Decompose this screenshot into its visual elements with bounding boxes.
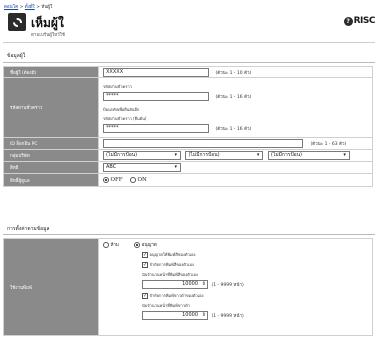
group-select-1-value: (ไม่มีการป้อน): [106, 152, 138, 158]
password-confirm-instruction: ป้อนรหัสเพื่อยืนยันอีก: [103, 106, 140, 112]
permit-radio[interactable]: [134, 241, 141, 248]
mono-limit-label: จำกัดการพิมพ์ขาวดำของตัวเอง: [149, 293, 204, 298]
help-link[interactable]: ? RISC: [343, 16, 376, 26]
chevron-down-icon: ▾: [174, 152, 177, 158]
pc-login-id-hint: (ตัวนะ 1 - 63 ตัว): [310, 142, 347, 147]
color-page-limit-value: 10000: [182, 281, 198, 287]
color-permit-checkbox[interactable]: ✓: [142, 251, 148, 258]
group-select-2[interactable]: (ไม่มีการป้อน) ▾: [185, 151, 264, 160]
section-title-user: ข้อมูลผู้ใ: [3, 51, 375, 63]
admin-cell: OFF ON: [98, 173, 373, 187]
pc-login-id-cell: (ตัวนะ 1 - 63 ตัว): [98, 137, 373, 150]
chevron-down-icon: ▾: [256, 152, 260, 158]
role-cell: ABC ▾: [98, 161, 373, 174]
prohibit-label: ห้าม: [110, 243, 119, 248]
chevron-down-icon: ▾: [343, 152, 346, 158]
mono-range-hint: (1 - 9999 หน้า): [211, 314, 244, 319]
prohibit-radio[interactable]: [103, 241, 109, 248]
spinner-icon[interactable]: ⇕: [202, 281, 206, 288]
color-range-hint: (1 - 9999 หน้า): [211, 283, 244, 288]
user-name-input[interactable]: XXXXX: [103, 67, 209, 77]
breadcrumb-settings-link[interactable]: ตั้งผี่ใ: [25, 5, 35, 10]
limits-table: ใช้งานพิมพ์ ห้าม อนุญาต ✓ อนุญาตให้พิมพ์…: [3, 238, 373, 336]
admin-on-radio[interactable]: [130, 176, 137, 183]
table-row: ชื่อผู้ใ (ต้องมี) XXXXX (ตัวนะ 1 - 10 ตั…: [3, 66, 373, 78]
admin-on-label: ON: [137, 176, 147, 183]
user-info-table: ชื่อผู้ใ (ต้องมี) XXXXX (ตัวนะ 1 - 10 ตั…: [3, 66, 373, 187]
print-usage-cell: ห้าม อนุญาต ✓ อนุญาตให้พิมพ์สีของตัวเอง …: [98, 238, 373, 336]
role-select-value: ABC: [106, 164, 117, 170]
page-header: เห็มผู้ใ ตามเบร์นผู้ใหว้ใช้ ? RISC: [3, 11, 376, 43]
color-limit-checkbox[interactable]: ✓: [142, 261, 148, 268]
gear-icon: [8, 13, 26, 31]
group-select-2-value: (ไม่มีการป้อน): [188, 152, 220, 158]
password-confirm-hint: (ตัวนะ 1 - 16 ตัว): [215, 126, 252, 132]
table-row: ใช้งานพิมพ์ ห้าม อนุญาต ✓ อนุญาตให้พิมพ์…: [3, 238, 373, 336]
admin-off-radio[interactable]: [103, 176, 109, 183]
password-hint: (ตัวนะ 1 - 16 ตัว): [215, 94, 252, 100]
password-caption: รหัสผ่านชั่วคราว: [103, 83, 132, 89]
table-row: สิทธิ์ผู้ดูแล OFF ON: [3, 173, 373, 187]
color-limit-label: จำกัดการพิมพ์สีของตัวเอง: [149, 262, 194, 267]
password-confirm-caption: รหัสผ่านชั่วคราว (ยืนยัน): [103, 115, 147, 121]
password-confirm-input[interactable]: *****: [103, 123, 209, 133]
breadcrumb: ตอนโค > ตั้งผี่ใ > ห้นผู้ใ: [4, 3, 52, 10]
color-count-caption: นับจำนวนหน้าที่พิมพ์สีของตัวเอง: [142, 272, 198, 277]
user-name-label: ชื่อผู้ใ (ต้องมี): [3, 66, 99, 78]
page-subtitle: ตามเบร์นผู้ใหว้ใช้: [31, 33, 65, 38]
user-name-hint: (ตัวนะ 1 - 10 ตัว): [215, 70, 252, 76]
color-permit-label: อนุญาตให้พิมพ์สีของตัวเอง: [149, 252, 196, 257]
admin-label: สิทธิ์ผู้ดูแล: [3, 173, 99, 187]
password-label: รหัสผ่านชั่วคราว: [3, 77, 99, 138]
breadcrumb-separator: >: [18, 5, 25, 10]
color-page-limit-input[interactable]: 10000 ⇕: [142, 280, 208, 289]
permit-label: อนุญาต: [141, 243, 157, 248]
mono-page-limit-input[interactable]: 10000 ⇕: [142, 311, 208, 320]
group-select-3[interactable]: (ไม่มีการป้อน) ▾: [267, 151, 350, 160]
group-select-3-value: (ไม่มีการป้อน): [270, 152, 302, 158]
mono-limit-checkbox[interactable]: ✓: [142, 292, 148, 299]
table-row: ID ล็อกอิน PC (ตัวนะ 1 - 63 ตัว): [3, 137, 373, 150]
admin-off-label: OFF: [110, 176, 123, 183]
user-name-cell: XXXXX (ตัวนะ 1 - 10 ตัว): [98, 66, 373, 78]
section-title-limits: การตั้งค่าตามข้อมูล: [3, 224, 375, 235]
chevron-down-icon: ▾: [174, 164, 177, 170]
password-cell: รหัสผ่านชั่วคราว ***** (ตัวนะ 1 - 16 ตัว…: [98, 77, 373, 138]
mono-count-caption: นับจำนวนหน้าที่พิมพ์ขาวดำ: [142, 303, 190, 308]
password-input[interactable]: *****: [103, 91, 209, 101]
table-row: รหัสผ่านชั่วคราว รหัสผ่านชั่วคราว ***** …: [3, 77, 373, 138]
group-cell: (ไม่มีการป้อน) ▾ (ไม่มีการป้อน) ▾ (ไม่มีกา…: [98, 149, 373, 162]
print-usage-label: ใช้งานพิมพ์: [3, 238, 99, 336]
role-label: สิทธิ: [3, 161, 99, 174]
help-icon: ?: [343, 16, 353, 26]
mono-page-limit-value: 10000: [182, 312, 198, 318]
group-select-1[interactable]: (ไม่มีการป้อน) ▾: [103, 151, 181, 160]
table-row: กลุ่มบริษัท (ไม่มีการป้อน) ▾ (ไม่มีการป้อ…: [3, 149, 373, 162]
brand-label: RISC: [353, 16, 376, 26]
pc-login-id-input[interactable]: [103, 139, 303, 148]
breadcrumb-home-link[interactable]: ตอนโค: [4, 5, 18, 10]
table-row: สิทธิ ABC ▾: [3, 161, 373, 174]
breadcrumb-current: ห้นผู้ใ: [41, 5, 53, 10]
role-select[interactable]: ABC ▾: [103, 163, 181, 172]
spinner-icon[interactable]: ⇕: [202, 312, 206, 319]
pc-login-id-label: ID ล็อกอิน PC: [3, 137, 99, 150]
group-label: กลุ่มบริษัท: [3, 149, 99, 162]
